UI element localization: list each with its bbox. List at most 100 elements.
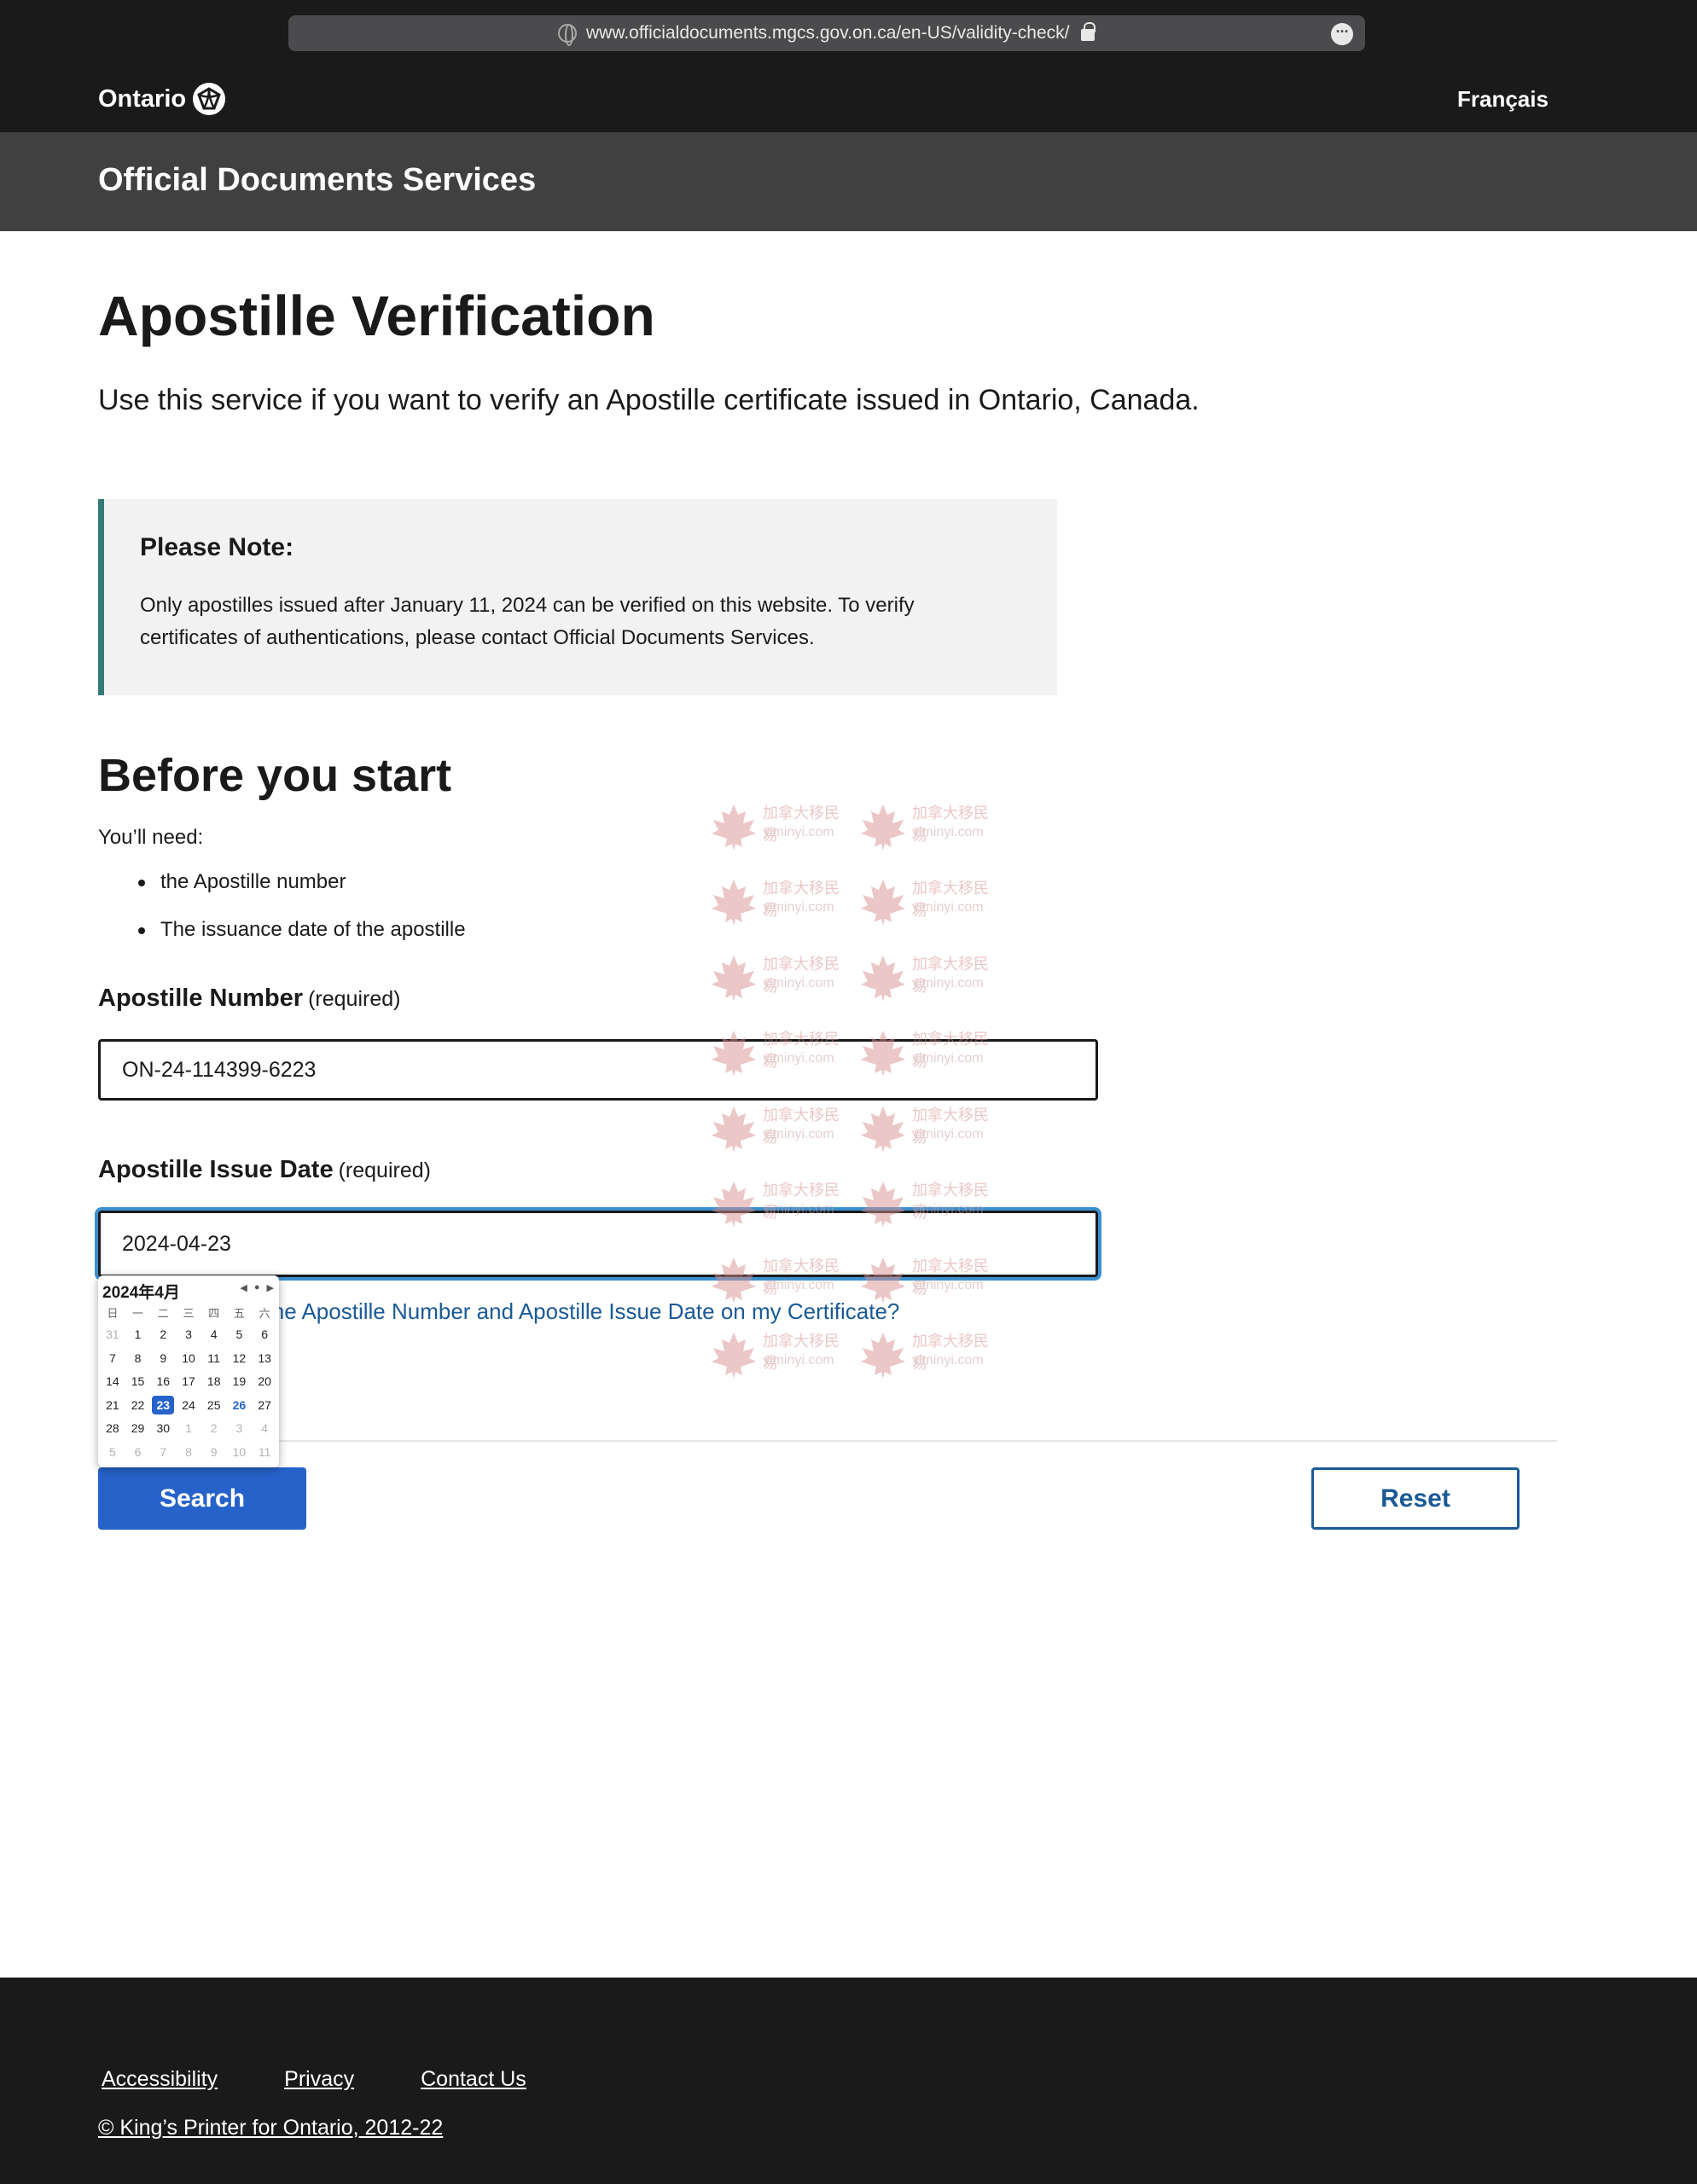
date-picker-day[interactable]: 9 [201, 1441, 227, 1465]
date-picker-day[interactable]: 8 [125, 1347, 151, 1371]
date-picker-day[interactable]: 3 [227, 1417, 253, 1441]
service-title[interactable]: Official Documents Services [98, 162, 536, 199]
date-picker-day[interactable]: 24 [176, 1394, 201, 1418]
today-dot-icon[interactable]: ● [254, 1282, 260, 1293]
maple-leaf-icon [861, 1182, 905, 1228]
date-picker-day[interactable]: 2 [150, 1323, 176, 1347]
date-picker-day[interactable]: 21 [100, 1394, 125, 1418]
date-picker-day[interactable]: 23 [150, 1394, 176, 1418]
requirements-list: the Apostille number The issuance date o… [98, 870, 466, 966]
next-month-icon[interactable]: ▶ [267, 1282, 274, 1293]
note-callout: Please Note: Only apostilles issued afte… [98, 499, 1057, 695]
date-picker-day[interactable]: 29 [125, 1417, 151, 1441]
search-button[interactable]: Search [98, 1467, 306, 1530]
prev-month-icon[interactable]: ◀ [240, 1282, 247, 1293]
apostille-number-label: Apostille Number (required) [98, 985, 400, 1013]
date-picker-day[interactable]: 11 [201, 1347, 227, 1371]
maple-leaf-icon [712, 1107, 756, 1153]
maple-leaf-icon [861, 1031, 905, 1077]
date-picker-nav: ◀ ● ▶ [240, 1282, 274, 1293]
footer-link-privacy[interactable]: Privacy [284, 2067, 354, 2092]
weekday-header: 三 [183, 1307, 195, 1320]
date-picker-day[interactable]: 3 [176, 1323, 201, 1347]
footer-link-contact[interactable]: Contact Us [421, 2067, 526, 2092]
note-heading: Please Note: [140, 533, 294, 561]
date-picker-day[interactable]: 16 [150, 1370, 176, 1394]
date-picker-day[interactable]: 5 [100, 1441, 125, 1465]
date-picker-day[interactable]: 10 [176, 1347, 201, 1371]
required-marker: (required) [308, 987, 401, 1011]
date-picker-day[interactable]: 28 [100, 1417, 125, 1441]
watermark: 加拿大移民易 yiminyi.com [708, 1175, 853, 1229]
date-picker-day[interactable]: 27 [252, 1394, 277, 1418]
footer-links: Accessibility Privacy Contact Us [102, 2067, 526, 2092]
required-marker: (required) [338, 1159, 431, 1182]
reset-button[interactable]: Reset [1311, 1467, 1520, 1530]
site-footer: Accessibility Privacy Contact Us © King’… [0, 1978, 1697, 2184]
watermark: 加拿大移民易 yiminyi.com [857, 1024, 1003, 1078]
lock-icon [1081, 22, 1095, 41]
watermark: 加拿大移民易 yiminyi.com [857, 873, 1003, 927]
watermark-en-text: yiminyi.com [912, 976, 984, 990]
date-picker-day[interactable]: 7 [150, 1441, 176, 1465]
maple-leaf-icon [712, 1182, 756, 1228]
copyright-link[interactable]: © King’s Printer for Ontario, 2012-22 [98, 2116, 443, 2140]
date-picker-day[interactable]: 1 [125, 1323, 151, 1347]
watermark-en-text: yiminyi.com [912, 1127, 984, 1141]
address-bar[interactable]: www.officialdocuments.mgcs.gov.on.ca/en-… [288, 15, 1365, 51]
date-picker-day[interactable]: 20 [252, 1370, 277, 1394]
date-picker-day[interactable]: 8 [176, 1441, 201, 1465]
date-picker-day[interactable]: 25 [201, 1394, 227, 1418]
maple-leaf-icon [712, 1333, 756, 1379]
date-picker-grid: 日一二三四五六 31 1 2 3 4 5 6 7 8 9 10 11 12 13 14 15 16 17 18 19 20… [100, 1304, 277, 1464]
apostille-date-label-text: Apostille Issue Date [98, 1156, 334, 1183]
date-picker-day[interactable]: 26 [227, 1394, 253, 1418]
date-picker-day[interactable]: 13 [252, 1347, 277, 1371]
date-picker-day[interactable]: 6 [252, 1323, 277, 1347]
watermark-en-text: yiminyi.com [763, 825, 834, 839]
weekday-header: 日 [107, 1307, 119, 1320]
watermark-en-text: yiminyi.com [763, 1202, 834, 1217]
watermark: 加拿大移民易 yiminyi.com [708, 1100, 853, 1154]
date-picker-day[interactable]: 14 [100, 1370, 125, 1394]
maple-leaf-icon [712, 804, 756, 851]
watermark-en-text: yiminyi.com [763, 1051, 834, 1066]
date-picker-day[interactable]: 4 [252, 1417, 277, 1441]
date-picker-day[interactable]: 15 [125, 1370, 151, 1394]
date-picker-day[interactable]: 7 [100, 1347, 125, 1371]
watermark-en-text: yiminyi.com [912, 1051, 984, 1066]
footer-link-accessibility[interactable]: Accessibility [102, 2067, 218, 2092]
watermark: 加拿大移民易 yiminyi.com [708, 873, 853, 927]
date-picker-day[interactable]: 2 [201, 1417, 227, 1441]
date-picker-day[interactable]: 4 [201, 1323, 227, 1347]
date-picker-day[interactable]: 17 [176, 1370, 201, 1394]
date-picker-popup[interactable]: 2024年4月 ◀ ● ▶ 日一二三四五六 31 1 2 3 4 5 6 7 8 9 10 11 12 13… [98, 1275, 279, 1467]
date-picker-day[interactable]: 5 [227, 1323, 253, 1347]
date-picker-day[interactable]: 22 [125, 1394, 151, 1418]
date-picker-day[interactable]: 6 [125, 1441, 151, 1465]
watermark-en-text: yiminyi.com [912, 1202, 984, 1217]
date-picker-day[interactable]: 10 [227, 1441, 253, 1465]
date-picker-day[interactable]: 9 [150, 1347, 176, 1371]
date-picker-day[interactable]: 19 [227, 1370, 253, 1394]
watermark: 加拿大移民易 yiminyi.com [857, 1326, 1003, 1380]
watermark-en-text: yiminyi.com [912, 1278, 984, 1292]
watermark: 加拿大移民易 yiminyi.com [708, 1326, 853, 1380]
date-picker-month: 2024年4月 [102, 1284, 180, 1302]
date-picker-day[interactable]: 11 [252, 1441, 277, 1465]
watermark: 加拿大移民易 yiminyi.com [857, 1251, 1003, 1305]
more-options-icon[interactable]: ··· [1331, 23, 1353, 45]
maple-leaf-icon [712, 1258, 756, 1304]
date-picker-day[interactable]: 30 [150, 1417, 176, 1441]
logo-wordmark: Ontario [98, 84, 187, 113]
ontario-logo[interactable]: Ontario [98, 82, 226, 116]
date-picker-day[interactable]: 31 [100, 1323, 125, 1347]
date-picker-day[interactable]: 12 [227, 1347, 253, 1371]
watermark: 加拿大移民易 yiminyi.com [708, 949, 853, 1003]
need-label: You’ll need: [98, 826, 204, 849]
date-picker-day[interactable]: 1 [176, 1417, 201, 1441]
language-toggle-link[interactable]: Français [1457, 86, 1549, 113]
apostille-date-label: Apostille Issue Date (required) [98, 1156, 431, 1184]
date-picker-day[interactable]: 18 [201, 1370, 227, 1394]
watermark-en-text: yiminyi.com [912, 825, 984, 839]
